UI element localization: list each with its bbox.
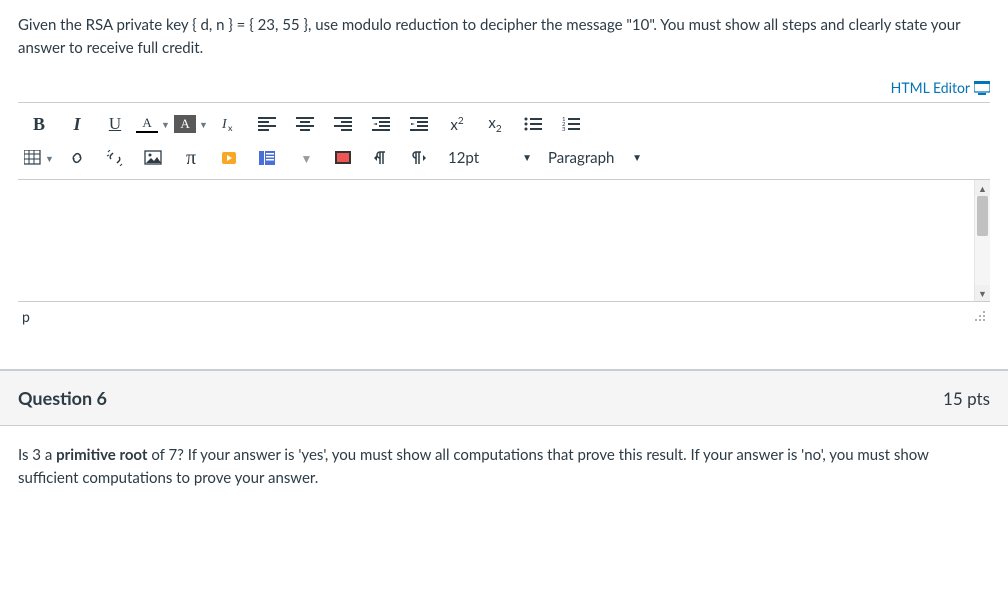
number-list-button[interactable]: 123	[552, 109, 590, 139]
align-left-button[interactable]	[248, 109, 286, 139]
align-right-button[interactable]	[324, 109, 362, 139]
fullscreen-button[interactable]	[324, 143, 362, 173]
question-6-points: 15 pts	[943, 388, 990, 409]
chevron-down-icon: ▼	[45, 153, 54, 164]
align-right-icon	[334, 116, 352, 132]
embed-button[interactable]	[248, 143, 286, 173]
bullet-list-icon	[524, 116, 542, 132]
svg-text:3: 3	[562, 126, 566, 132]
clear-formatting-button[interactable]: Ix	[210, 109, 248, 139]
ltr-icon	[372, 150, 390, 166]
ltr-button[interactable]	[362, 143, 400, 173]
equation-button[interactable]: π	[172, 143, 210, 173]
subscript-button[interactable]: x2	[476, 109, 514, 139]
editor-toolbar: B I U A▼ A▼ Ix x2 x2 123	[18, 102, 990, 180]
clear-format-icon: Ix	[220, 115, 238, 133]
editor-path: p	[22, 308, 30, 325]
question-5-text: Given the RSA private key { d, n } = { 2…	[0, 0, 1008, 79]
scrollbar[interactable]: ▲ ▼	[974, 180, 990, 302]
superscript-button[interactable]: x2	[438, 109, 476, 139]
kaltura-button[interactable]	[210, 143, 248, 173]
scroll-down-icon[interactable]: ▼	[975, 285, 990, 301]
chevron-down-icon: ▼	[632, 152, 642, 164]
html-editor-link[interactable]: HTML Editor	[891, 79, 990, 96]
chevron-down-icon: ▼	[522, 152, 532, 164]
insert-media-button[interactable]: ▼	[286, 143, 324, 173]
table-icon	[24, 150, 42, 166]
indent-icon	[410, 116, 428, 132]
underline-button[interactable]: U	[96, 109, 134, 139]
image-button[interactable]	[134, 143, 172, 173]
resize-handle[interactable]	[972, 308, 986, 325]
question-6-text: Is 3 a primitive root of 7? If your answ…	[0, 426, 1008, 493]
link-icon	[68, 150, 86, 166]
chevron-down-icon: ▼	[199, 119, 208, 130]
scroll-up-icon[interactable]: ▲	[975, 180, 990, 196]
fullscreen-icon	[334, 150, 352, 166]
kaltura-icon	[220, 150, 238, 166]
block-format-value: Paragraph	[548, 149, 614, 167]
html-editor-label: HTML Editor	[891, 79, 970, 96]
chevron-down-icon: ▼	[161, 119, 170, 130]
chevron-down-icon: ▼	[301, 151, 313, 166]
link-button[interactable]	[58, 143, 96, 173]
unlink-button[interactable]	[96, 143, 134, 173]
rtl-button[interactable]	[400, 143, 438, 173]
indent-button[interactable]	[400, 109, 438, 139]
unlink-icon	[106, 150, 124, 166]
scroll-thumb[interactable]	[977, 196, 988, 236]
bullet-list-button[interactable]	[514, 109, 552, 139]
outdent-icon	[372, 116, 390, 132]
embed-icon	[258, 150, 276, 166]
question-6-title: Question 6	[18, 387, 107, 409]
font-size-select[interactable]: 12pt ▼	[438, 143, 538, 173]
italic-button[interactable]: I	[58, 109, 96, 139]
answer-textarea[interactable]	[18, 180, 974, 302]
bg-color-button[interactable]: A▼	[172, 109, 210, 139]
html-editor-icon	[974, 81, 990, 95]
text-color-button[interactable]: A▼	[134, 109, 172, 139]
svg-text:I: I	[221, 117, 228, 132]
svg-text:x: x	[228, 122, 233, 133]
align-center-button[interactable]	[286, 109, 324, 139]
number-list-icon: 123	[562, 116, 580, 132]
image-icon	[144, 150, 162, 166]
align-left-icon	[258, 116, 276, 132]
resize-icon	[972, 308, 986, 322]
rtl-icon	[410, 150, 428, 166]
table-button[interactable]: ▼	[20, 143, 58, 173]
align-center-icon	[296, 116, 314, 132]
question-6-header: Question 6 15 pts	[0, 370, 1008, 426]
outdent-button[interactable]	[362, 109, 400, 139]
block-format-select[interactable]: Paragraph ▼	[538, 143, 648, 173]
font-size-value: 12pt	[448, 149, 479, 167]
bold-button[interactable]: B	[20, 109, 58, 139]
